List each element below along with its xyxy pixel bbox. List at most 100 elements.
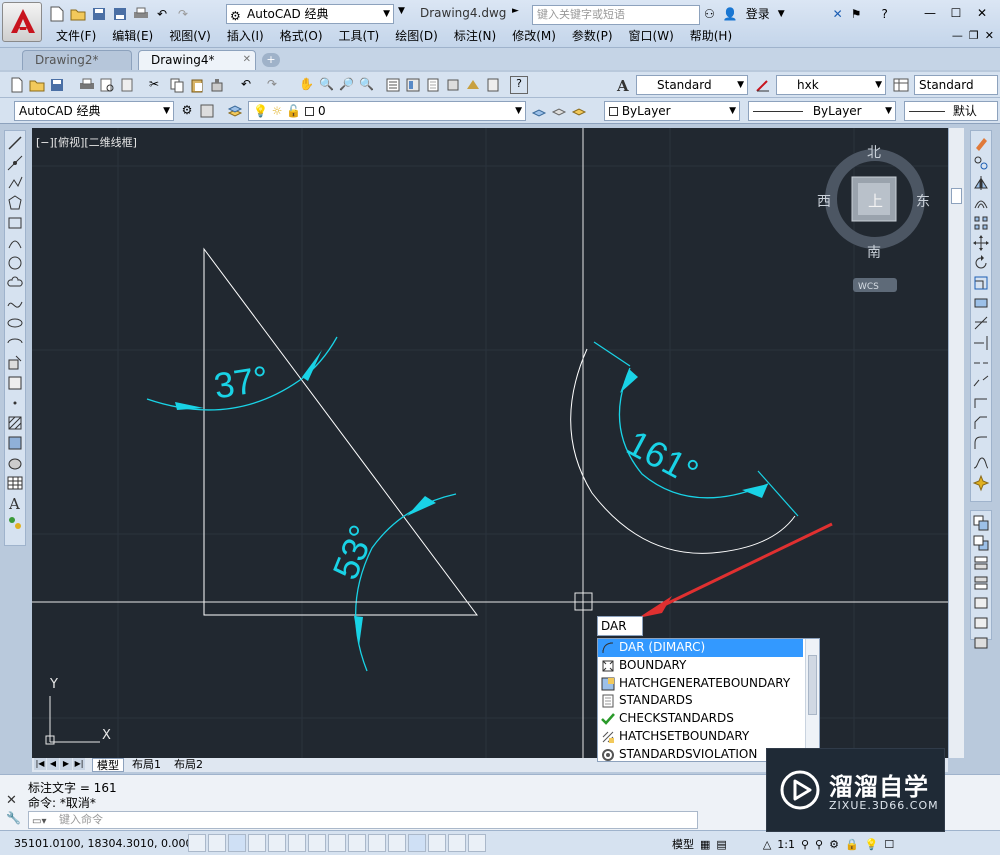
move-icon[interactable] bbox=[972, 234, 990, 252]
markup-icon[interactable] bbox=[464, 76, 482, 94]
suggestion-item[interactable]: BOUNDARY bbox=[598, 657, 819, 675]
lock-ui-icon[interactable]: 🔒 bbox=[845, 838, 859, 851]
lineweight-display-icon[interactable] bbox=[388, 834, 406, 852]
viewport-controls[interactable]: [−][俯视][二维线框] bbox=[36, 134, 137, 150]
copy-object-icon[interactable] bbox=[972, 154, 990, 172]
copy-icon[interactable] bbox=[168, 76, 186, 94]
annotation-visibility-icon[interactable]: ⚲ bbox=[801, 838, 809, 851]
expand-arrow-icon[interactable]: ► bbox=[512, 6, 519, 16]
doc-restore-button[interactable]: ❐ bbox=[969, 29, 979, 42]
menu-modify[interactable]: 修改(M) bbox=[504, 27, 564, 47]
ellipse-icon[interactable] bbox=[6, 314, 24, 332]
design-center-icon[interactable] bbox=[404, 76, 422, 94]
first-layout-button[interactable]: |◀ bbox=[34, 758, 46, 770]
mirror-icon[interactable] bbox=[972, 174, 990, 192]
circle-icon[interactable] bbox=[6, 254, 24, 272]
color-select[interactable]: ByLayer ▼ bbox=[604, 101, 740, 121]
suggestion-item[interactable]: HATCHSETBOUNDARY bbox=[598, 728, 819, 746]
suggestion-item[interactable]: DAR (DIMARC) bbox=[598, 639, 803, 657]
open-file-icon[interactable] bbox=[69, 5, 87, 23]
quick-properties-icon[interactable] bbox=[428, 834, 446, 852]
tab-drawing2[interactable]: Drawing2* bbox=[22, 50, 132, 70]
dims-to-front-icon[interactable] bbox=[972, 614, 990, 632]
gradient-icon[interactable] bbox=[6, 434, 24, 452]
join-icon[interactable] bbox=[972, 394, 990, 412]
chamfer-icon[interactable] bbox=[972, 414, 990, 432]
close-icon[interactable]: ✕ bbox=[6, 793, 17, 808]
text-style-select[interactable]: Standard ▼ bbox=[636, 75, 748, 95]
cut-icon[interactable]: ✂ bbox=[148, 76, 166, 94]
menu-window[interactable]: 窗口(W) bbox=[621, 27, 682, 47]
isolate-objects-icon[interactable]: 💡 bbox=[865, 838, 879, 851]
polyline-icon[interactable] bbox=[6, 174, 24, 192]
infer-constraints-icon[interactable] bbox=[188, 834, 206, 852]
rectangle-icon[interactable] bbox=[6, 214, 24, 232]
polar-tracking-icon[interactable] bbox=[268, 834, 286, 852]
add-selected-icon[interactable] bbox=[6, 514, 24, 532]
menu-format[interactable]: 格式(O) bbox=[272, 27, 331, 47]
scale-icon[interactable] bbox=[972, 274, 990, 292]
vertical-scrollbar[interactable] bbox=[948, 128, 964, 758]
auto-scale-icon[interactable]: ⚲ bbox=[815, 838, 823, 851]
quickcalc-icon[interactable] bbox=[484, 76, 502, 94]
qnew-icon[interactable] bbox=[8, 76, 26, 94]
spline-icon[interactable] bbox=[6, 294, 24, 312]
allow-ducs-icon[interactable] bbox=[348, 834, 366, 852]
dim-style-select[interactable]: hxk ▼ bbox=[776, 75, 886, 95]
viewcube-east[interactable]: 东 bbox=[916, 194, 930, 210]
zoom-previous-icon[interactable]: 🔍 bbox=[358, 76, 376, 94]
save-icon[interactable] bbox=[48, 76, 66, 94]
clean-screen-icon[interactable]: ☐ bbox=[884, 838, 894, 851]
sheet-set-icon[interactable] bbox=[444, 76, 462, 94]
tab-layout2[interactable]: 布局2 bbox=[170, 758, 207, 772]
linetype-select[interactable]: ByLayer ▼ bbox=[748, 101, 896, 121]
break-at-point-icon[interactable] bbox=[972, 354, 990, 372]
dynamic-input[interactable]: DAR bbox=[597, 616, 643, 636]
region-icon[interactable] bbox=[6, 454, 24, 472]
search-input[interactable]: 键入关键字或短语 bbox=[532, 5, 700, 25]
transparency-icon[interactable] bbox=[408, 834, 426, 852]
tab-model[interactable]: 模型 bbox=[92, 758, 124, 772]
annotation-monitor-icon[interactable] bbox=[468, 834, 486, 852]
suggestion-item[interactable]: STANDARDS bbox=[598, 692, 819, 710]
trim-icon[interactable] bbox=[972, 314, 990, 332]
paste-icon[interactable] bbox=[188, 76, 206, 94]
viewcube-top[interactable]: 上 bbox=[868, 192, 883, 210]
workspace-select-2[interactable]: AutoCAD 经典 ▼ bbox=[14, 101, 174, 121]
table-style-select[interactable]: Standard bbox=[914, 75, 998, 95]
stretch-icon[interactable] bbox=[972, 294, 990, 312]
point-icon[interactable] bbox=[6, 394, 24, 412]
offset-icon[interactable] bbox=[972, 194, 990, 212]
plot-icon[interactable] bbox=[78, 76, 96, 94]
suggestion-scrollbar[interactable] bbox=[805, 639, 819, 761]
doc-close-button[interactable]: ✕ bbox=[985, 29, 994, 42]
redo-icon[interactable]: ↷ bbox=[266, 76, 284, 94]
menu-insert[interactable]: 插入(I) bbox=[219, 27, 272, 47]
login-link[interactable]: 登录 bbox=[746, 5, 770, 22]
next-layout-button[interactable]: ▶ bbox=[60, 758, 72, 770]
close-button[interactable]: ✕ bbox=[970, 4, 994, 22]
fillet-icon[interactable] bbox=[972, 434, 990, 452]
table-icon[interactable] bbox=[6, 474, 24, 492]
suggestion-item[interactable]: HATCHGENERATEBOUNDARY bbox=[598, 675, 819, 693]
previous-layout-button[interactable]: ◀ bbox=[47, 758, 59, 770]
extend-icon[interactable] bbox=[972, 334, 990, 352]
object-snap-icon[interactable] bbox=[288, 834, 306, 852]
bring-to-front-icon[interactable] bbox=[972, 514, 990, 532]
text-to-front-icon[interactable] bbox=[972, 594, 990, 612]
line-icon[interactable] bbox=[6, 134, 24, 152]
send-under-icon[interactable] bbox=[972, 574, 990, 592]
hatch-icon[interactable] bbox=[6, 414, 24, 432]
maximize-button[interactable]: ☐ bbox=[944, 4, 968, 22]
send-to-back-icon[interactable] bbox=[972, 534, 990, 552]
new-tab-button[interactable]: + bbox=[262, 53, 280, 67]
annotation-scale-icon[interactable]: △ bbox=[763, 838, 771, 851]
menu-help[interactable]: 帮助(H) bbox=[682, 27, 740, 47]
erase-icon[interactable] bbox=[972, 134, 990, 152]
lineweight-select[interactable]: 默认 bbox=[904, 101, 998, 121]
layer-state-icon[interactable] bbox=[570, 102, 588, 120]
properties-icon[interactable] bbox=[384, 76, 402, 94]
menu-file[interactable]: 文件(F) bbox=[48, 27, 104, 47]
tab-close-icon[interactable]: ✕ bbox=[243, 51, 251, 69]
hatch-to-back-icon[interactable] bbox=[972, 634, 990, 652]
